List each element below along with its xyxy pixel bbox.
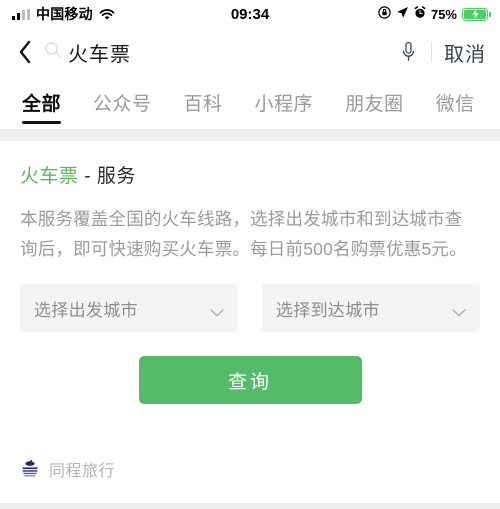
- chevron-down-icon: [452, 304, 466, 317]
- query-button-row: 查询: [20, 356, 480, 404]
- departure-city-select[interactable]: 选择出发城市: [20, 284, 238, 332]
- chevron-down-icon: [210, 304, 224, 317]
- cancel-button[interactable]: 取消: [444, 38, 486, 67]
- back-chevron-icon: [19, 40, 31, 64]
- status-bar-left: 中国移动: [12, 4, 115, 24]
- tab-encyclopedia[interactable]: 百科: [168, 76, 239, 129]
- search-query-text: 火车票: [68, 43, 131, 66]
- tab-label: 全部: [22, 94, 62, 115]
- tab-label: 百科: [183, 94, 223, 115]
- microphone-icon: [402, 41, 414, 61]
- search-icon: [44, 41, 62, 64]
- alarm-clock-icon: [414, 6, 426, 22]
- page-background-bottom: [0, 503, 500, 509]
- tab-label: 微信: [435, 94, 475, 115]
- tab-wechat[interactable]: 微信: [420, 76, 491, 129]
- tab-label: 小程序: [254, 94, 314, 115]
- status-bar-right: 75%: [378, 6, 491, 22]
- carrier-name: 中国移动: [36, 6, 93, 22]
- arrival-city-select[interactable]: 选择到达城市: [262, 284, 480, 332]
- voice-search-button[interactable]: [393, 37, 423, 67]
- service-description: 本服务覆盖全国的火车线路，选择出发城市和到达城市查询后，即可快速购买火车票。每日…: [20, 209, 467, 259]
- wifi-icon: [99, 8, 115, 20]
- back-button[interactable]: [10, 35, 40, 69]
- tab-label: 朋友圈: [345, 94, 404, 115]
- search-input[interactable]: 火车票: [40, 35, 393, 69]
- signal-bars-icon: [12, 8, 30, 20]
- service-title-highlight: 火车票: [20, 166, 79, 187]
- tab-bar: 全部 公众号 百科 小程序 朋友圈 微信: [0, 76, 500, 130]
- tab-all[interactable]: 全部: [22, 76, 77, 129]
- tab-mini-programs[interactable]: 小程序: [239, 76, 330, 129]
- service-provider-name: 同程旅行: [49, 463, 116, 480]
- service-title-rest: - 服务: [78, 166, 136, 187]
- city-selectors: 选择出发城市 选择到达城市: [20, 284, 480, 332]
- query-button[interactable]: 查询: [138, 356, 362, 404]
- service-provider-footer: 同程旅行: [0, 446, 500, 492]
- tab-official-accounts[interactable]: 公众号: [77, 76, 168, 129]
- location-arrow-icon: [396, 6, 409, 22]
- rotation-lock-icon: [378, 6, 391, 22]
- section-divider: [0, 130, 500, 141]
- battery-charging-icon: [462, 7, 491, 21]
- tongcheng-logo-icon: [20, 460, 40, 478]
- status-bar: 中国移动 09:34 75%: [0, 0, 500, 28]
- service-result-card: 火车票 - 服务 本服务覆盖全国的火车线路，选择出发城市和到达城市查询后，即可快…: [0, 141, 500, 492]
- search-bar-divider: [431, 42, 432, 62]
- phone-screen: 中国移动 09:34 75% 火车票 取消 全部 公众号 百科 小程序 朋友圈 …: [0, 0, 500, 509]
- tab-label: 公众号: [93, 94, 152, 115]
- arrival-city-label: 选择到达城市: [276, 300, 380, 320]
- departure-city-label: 选择出发城市: [34, 300, 138, 320]
- service-title: 火车票 - 服务: [20, 161, 480, 188]
- search-bar: 火车票 取消: [0, 28, 500, 76]
- battery-percent: 75%: [430, 6, 457, 22]
- tab-moments[interactable]: 朋友圈: [329, 76, 420, 129]
